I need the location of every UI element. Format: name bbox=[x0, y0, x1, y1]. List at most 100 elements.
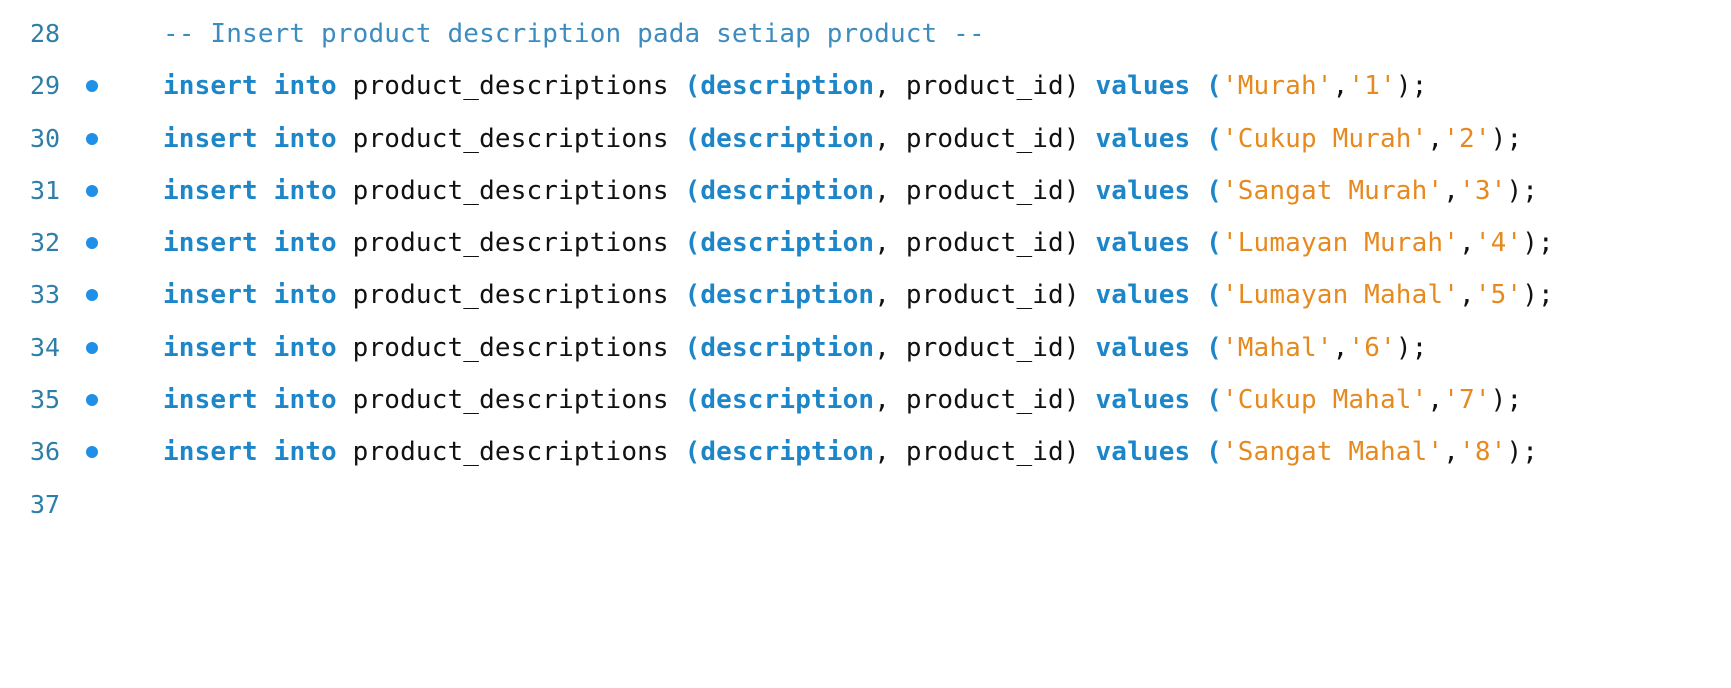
string-description: 'Lumayan Mahal' bbox=[1221, 280, 1460, 311]
string-product-id: '2' bbox=[1443, 123, 1491, 154]
column-product-id: product_id bbox=[905, 437, 1064, 468]
table-name: product_descriptions bbox=[352, 175, 669, 206]
code-statement: insert into product_descriptions (descri… bbox=[163, 280, 1554, 311]
keyword-values: values bbox=[1095, 71, 1191, 102]
string-description: 'Mahal' bbox=[1221, 332, 1333, 363]
keyword-insert: insert bbox=[163, 175, 258, 206]
keyword-insert: insert bbox=[163, 71, 258, 102]
string-product-id: '1' bbox=[1348, 71, 1396, 102]
keyword-values: values bbox=[1095, 385, 1191, 416]
string-description: 'Lumayan Murah' bbox=[1221, 228, 1460, 259]
code-statement: insert into product_descriptions (descri… bbox=[163, 228, 1554, 259]
column-product-id: product_id bbox=[905, 175, 1064, 206]
statement-marker-icon[interactable] bbox=[86, 80, 98, 93]
keyword-insert: insert bbox=[163, 228, 258, 259]
column-product-id: product_id bbox=[905, 123, 1064, 154]
line-number: 30 bbox=[30, 123, 61, 153]
string-description: 'Sangat Mahal' bbox=[1221, 437, 1444, 468]
keyword-into: into bbox=[273, 280, 337, 311]
line-number: 34 bbox=[30, 332, 61, 362]
column-description: description bbox=[700, 437, 875, 468]
string-product-id: '4' bbox=[1474, 228, 1523, 259]
table-name: product_descriptions bbox=[352, 280, 669, 311]
string-description: 'Cukup Mahal' bbox=[1221, 385, 1428, 416]
code-line[interactable]: 30 insert into product_descriptions (des… bbox=[0, 113, 1731, 165]
code-line[interactable]: 35 insert into product_descriptions (des… bbox=[0, 374, 1731, 426]
string-product-id: '3' bbox=[1459, 175, 1507, 206]
keyword-into: into bbox=[273, 228, 337, 259]
statement-marker-icon[interactable] bbox=[86, 184, 98, 197]
code-statement: insert into product_descriptions (descri… bbox=[163, 175, 1539, 206]
code-statement: insert into product_descriptions (descri… bbox=[163, 437, 1539, 468]
keyword-values: values bbox=[1095, 437, 1191, 468]
keyword-insert: insert bbox=[163, 123, 258, 154]
string-product-id: '8' bbox=[1459, 437, 1507, 468]
table-name: product_descriptions bbox=[352, 437, 669, 468]
statement-marker-icon[interactable] bbox=[86, 341, 98, 354]
comment-text: -- Insert product description pada setia… bbox=[163, 19, 985, 49]
statement-marker-icon[interactable] bbox=[86, 132, 98, 145]
statement-marker-icon[interactable] bbox=[86, 237, 98, 250]
code-line[interactable]: 28 -- Insert product description pada se… bbox=[0, 8, 1731, 60]
table-name: product_descriptions bbox=[352, 385, 669, 416]
string-description: 'Cukup Murah' bbox=[1221, 123, 1428, 154]
code-line[interactable]: 36 insert into product_descriptions (des… bbox=[0, 426, 1731, 478]
keyword-into: into bbox=[273, 175, 337, 206]
keyword-insert: insert bbox=[163, 280, 258, 311]
keyword-insert: insert bbox=[163, 332, 258, 363]
column-description: description bbox=[700, 385, 875, 416]
column-description: description bbox=[700, 228, 875, 259]
keyword-into: into bbox=[273, 332, 337, 363]
column-product-id: product_id bbox=[905, 385, 1064, 416]
keyword-values: values bbox=[1095, 228, 1191, 259]
string-description: 'Sangat Murah' bbox=[1221, 175, 1444, 206]
column-product-id: product_id bbox=[905, 228, 1064, 259]
code-line[interactable]: 31 insert into product_descriptions (des… bbox=[0, 165, 1731, 217]
keyword-values: values bbox=[1095, 175, 1191, 206]
keyword-values: values bbox=[1095, 123, 1191, 154]
code-comment: -- Insert product description pada setia… bbox=[163, 8, 985, 60]
string-description: 'Murah' bbox=[1221, 71, 1333, 102]
column-product-id: product_id bbox=[905, 280, 1064, 311]
statement-marker-icon[interactable] bbox=[86, 446, 98, 459]
string-product-id: '7' bbox=[1443, 385, 1491, 416]
column-description: description bbox=[700, 123, 875, 154]
column-description: description bbox=[700, 71, 875, 102]
line-number: 33 bbox=[30, 280, 61, 310]
line-number: 36 bbox=[30, 437, 61, 467]
code-statement: insert into product_descriptions (descri… bbox=[163, 123, 1523, 154]
column-description: description bbox=[700, 280, 875, 311]
code-line[interactable]: 32 insert into product_descriptions (des… bbox=[0, 217, 1731, 269]
statement-marker-icon[interactable] bbox=[86, 289, 98, 302]
line-number: 32 bbox=[30, 228, 61, 258]
keyword-insert: insert bbox=[163, 437, 258, 468]
column-description: description bbox=[700, 175, 875, 206]
table-name: product_descriptions bbox=[352, 332, 669, 363]
column-product-id: product_id bbox=[905, 332, 1064, 363]
line-number: 29 bbox=[30, 71, 61, 101]
column-description: description bbox=[700, 332, 875, 363]
code-line[interactable]: 37 bbox=[0, 479, 1731, 531]
code-line[interactable]: 29 insert into product_descriptions (des… bbox=[0, 60, 1731, 112]
line-number: 28 bbox=[30, 19, 61, 48]
keyword-values: values bbox=[1095, 332, 1191, 363]
line-number: 37 bbox=[30, 489, 61, 519]
statement-marker-icon[interactable] bbox=[86, 394, 98, 407]
column-product-id: product_id bbox=[905, 71, 1064, 102]
code-statement: insert into product_descriptions (descri… bbox=[163, 332, 1428, 363]
table-name: product_descriptions bbox=[352, 123, 669, 154]
code-line[interactable]: 33 insert into product_descriptions (des… bbox=[0, 269, 1731, 321]
code-statement: insert into product_descriptions (descri… bbox=[163, 71, 1428, 102]
code-line[interactable]: 34 insert into product_descriptions (des… bbox=[0, 322, 1731, 374]
table-name: product_descriptions bbox=[352, 71, 669, 102]
keyword-values: values bbox=[1095, 280, 1191, 311]
string-product-id: '6' bbox=[1348, 332, 1396, 363]
keyword-into: into bbox=[273, 437, 337, 468]
keyword-into: into bbox=[273, 71, 337, 102]
keyword-insert: insert bbox=[163, 385, 258, 416]
table-name: product_descriptions bbox=[352, 228, 669, 259]
line-number: 31 bbox=[30, 175, 61, 205]
string-product-id: '5' bbox=[1474, 280, 1523, 311]
code-editor[interactable]: 28 -- Insert product description pada se… bbox=[0, 8, 1731, 531]
line-number: 35 bbox=[30, 385, 61, 415]
